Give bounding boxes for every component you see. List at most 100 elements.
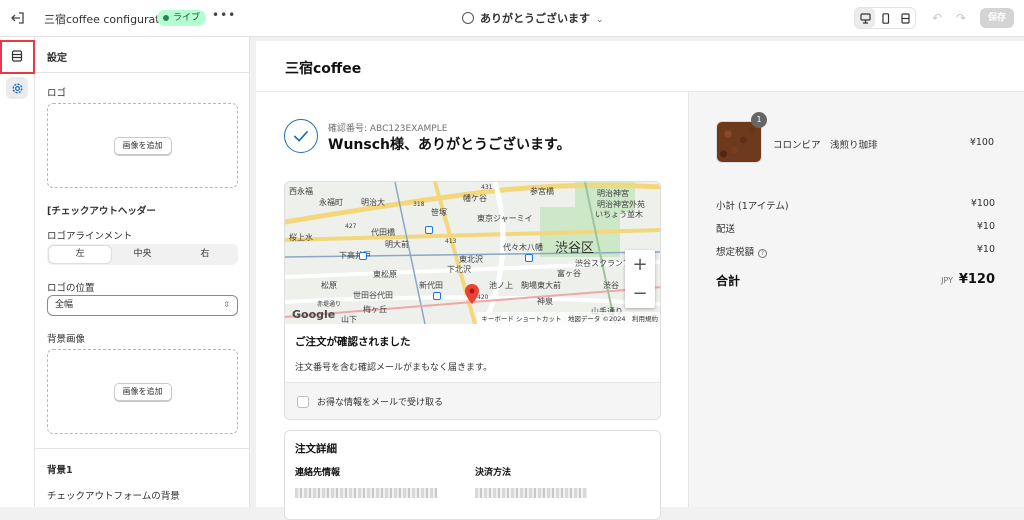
shipping-label: 配送 bbox=[716, 224, 736, 235]
map-label: 神泉 bbox=[537, 297, 553, 306]
location-pin-icon bbox=[465, 284, 479, 304]
subtotal-value: ¥100 bbox=[970, 198, 995, 209]
desktop-view-button[interactable] bbox=[855, 8, 875, 28]
gear-icon bbox=[11, 82, 23, 94]
newsletter-label: お得な情報をメールで受け取る bbox=[317, 398, 444, 408]
road-number: 318 bbox=[413, 201, 425, 208]
divider bbox=[35, 72, 249, 73]
exit-icon[interactable] bbox=[10, 10, 26, 26]
payment-method-label: 決済方法 bbox=[475, 468, 512, 478]
confirmation-number: 確認番号: ABC123EXAMPLE bbox=[328, 124, 448, 134]
quantity-badge: 1 bbox=[751, 112, 767, 128]
mobile-icon bbox=[881, 12, 889, 24]
undo-icon[interactable]: ↶ bbox=[932, 11, 942, 25]
station-icon bbox=[359, 252, 367, 260]
check-icon bbox=[284, 119, 318, 153]
subtotal-label: 小計 (1アイテム) bbox=[716, 201, 789, 212]
live-badge: ライブ bbox=[157, 10, 207, 26]
currency-code: JPY bbox=[941, 276, 953, 285]
map-label: 新代田 bbox=[419, 281, 443, 290]
road-number: 413 bbox=[445, 238, 457, 245]
map-label: 山下 bbox=[341, 315, 357, 324]
station-icon bbox=[433, 292, 441, 300]
settings-button[interactable] bbox=[6, 77, 28, 99]
map-attribution[interactable]: キーボード ショートカット 地図データ ©2024 利用規約 bbox=[477, 312, 660, 324]
save-button[interactable]: 保存 bbox=[980, 8, 1014, 28]
redo-icon[interactable]: ↷ bbox=[956, 11, 966, 25]
checkout-header-heading: [チェックアウトヘッダー bbox=[47, 206, 156, 217]
checkout-preview: 三宿coffee 確認番号: ABC123EXAMPLE Wunsch様、ありが… bbox=[256, 41, 1024, 520]
map-label: 世田谷代田 bbox=[353, 291, 393, 300]
zoom-out-button[interactable]: − bbox=[625, 279, 655, 308]
page-selector-label: ありがとうございます bbox=[480, 12, 590, 25]
blurred-payment bbox=[475, 488, 587, 498]
map-label: 赤堤通り bbox=[317, 301, 342, 308]
station-icon bbox=[525, 254, 533, 262]
alignment-center-option[interactable]: 中央 bbox=[111, 246, 173, 263]
select-arrows-icon: ⇳ bbox=[223, 300, 230, 309]
logo-alignment-label: ロゴアラインメント bbox=[47, 231, 133, 242]
page-selector[interactable]: ありがとうございます ⌄ bbox=[462, 10, 604, 26]
tax-label: 想定税額 bbox=[716, 247, 755, 258]
product-name: コロンビア 浅煎り珈琲 bbox=[773, 140, 878, 151]
map-label: 梅ヶ丘 bbox=[363, 305, 387, 314]
checkout-header: 三宿coffee bbox=[256, 41, 1024, 92]
map-label: 下北沢 bbox=[447, 265, 471, 274]
zoom-in-button[interactable]: + bbox=[625, 250, 655, 279]
fullscreen-icon bbox=[900, 12, 910, 24]
background-image-label: 背景画像 bbox=[47, 334, 86, 345]
main-column: 確認番号: ABC123EXAMPLE Wunsch様、ありがとうございます。 bbox=[256, 92, 688, 520]
tax-value: ¥10 bbox=[976, 244, 995, 255]
map[interactable]: 西永福 永福町 明治大 幡ケ谷 参宮橋 明治神宮 笹塚 東京ジャーミイ 明治神宮… bbox=[285, 182, 660, 324]
product-price: ¥100 bbox=[969, 137, 994, 148]
background-image-dropzone[interactable]: 画像を追加 bbox=[47, 349, 238, 434]
fullscreen-view-button[interactable] bbox=[895, 8, 915, 28]
map-label: 明治神宮 bbox=[597, 189, 629, 198]
logo-label: ロゴ bbox=[47, 88, 67, 99]
logo-position-value: 全幅 bbox=[55, 300, 74, 310]
order-confirmed-title: ご注文が確認されました bbox=[295, 336, 411, 348]
total-row: 合計 JPY ¥120 bbox=[716, 272, 995, 289]
station-icon bbox=[425, 226, 433, 234]
total-value: ¥120 bbox=[958, 272, 995, 287]
map-zoom-control: + − bbox=[625, 250, 655, 308]
map-label: 永福町 bbox=[319, 198, 343, 207]
add-logo-image-button[interactable]: 画像を追加 bbox=[113, 136, 172, 155]
thanks-heading: Wunsch様、ありがとうございます。 bbox=[328, 137, 571, 153]
desktop-icon bbox=[859, 12, 871, 24]
checkout-form-bg-label: チェックアウトフォームの背景 bbox=[47, 491, 180, 502]
google-logo: Google bbox=[292, 308, 336, 321]
alignment-right-option[interactable]: 右 bbox=[174, 246, 236, 263]
alignment-left-option[interactable]: 左 bbox=[49, 246, 112, 263]
road-number: 431 bbox=[481, 184, 493, 191]
top-bar: 三宿coffee configuration ライブ ••• ありがとうございま… bbox=[0, 0, 1024, 37]
logo-position-select[interactable]: 全幅 ⇳ bbox=[47, 295, 238, 316]
map-label: いちょう並木 bbox=[595, 210, 643, 219]
order-details-title: 注文詳細 bbox=[295, 443, 337, 455]
map-label: 駒場東大前 bbox=[521, 281, 561, 290]
mobile-view-button[interactable] bbox=[875, 8, 895, 28]
map-label: 桜上水 bbox=[289, 233, 313, 242]
map-label: 富ヶ谷 bbox=[557, 269, 581, 278]
logo-dropzone[interactable]: 画像を追加 bbox=[47, 103, 238, 188]
logo-position-label: ロゴの位置 bbox=[47, 283, 95, 294]
map-label: 東松原 bbox=[373, 270, 397, 279]
info-icon[interactable]: ? bbox=[758, 249, 768, 258]
road-number: 427 bbox=[345, 223, 357, 230]
left-rail bbox=[0, 37, 35, 507]
order-status-card: 西永福 永福町 明治大 幡ケ谷 参宮橋 明治神宮 笹塚 東京ジャーミイ 明治神宮… bbox=[284, 181, 661, 420]
map-label: 渋谷区 bbox=[555, 241, 595, 256]
add-background-image-button[interactable]: 画像を追加 bbox=[113, 382, 172, 401]
map-label: 代田橋 bbox=[371, 228, 395, 237]
device-toggle-group bbox=[854, 7, 916, 29]
map-label: 明大前 bbox=[385, 240, 409, 249]
blurred-contact bbox=[295, 488, 437, 498]
newsletter-checkbox[interactable] bbox=[297, 396, 309, 408]
background1-heading: 背景1 bbox=[47, 465, 73, 476]
map-label: 渋谷 bbox=[603, 281, 619, 290]
logo-alignment-segmented: 左 中央 右 bbox=[47, 244, 238, 265]
order-summary: 1 コロンビア 浅煎り珈琲 ¥100 小計 (1アイテム) ¥100 配送 ¥1… bbox=[688, 92, 1024, 507]
map-label: 明治大 bbox=[361, 198, 385, 207]
more-actions-button[interactable]: ••• bbox=[212, 8, 236, 22]
map-label: 笹塚 bbox=[431, 208, 447, 217]
